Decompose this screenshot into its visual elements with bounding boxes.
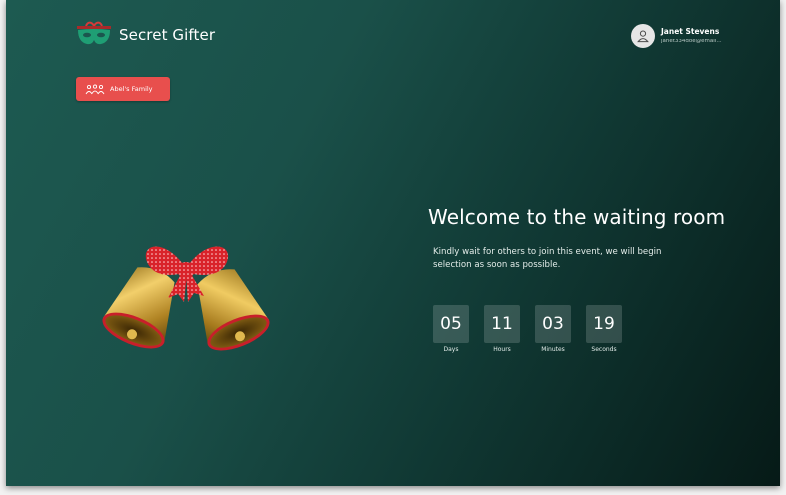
countdown-value: 03: [535, 305, 571, 343]
group-name: Abel's Family: [110, 85, 153, 93]
user-name: Janet Stevens: [661, 26, 720, 36]
countdown-seconds: 19 Seconds: [586, 305, 622, 353]
countdown-label: Hours: [493, 346, 511, 353]
page-title: Welcome to the waiting room: [428, 205, 726, 229]
countdown-minutes: 03 Minutes: [535, 305, 571, 353]
avatar[interactable]: [631, 24, 655, 48]
user-email: janet334doe@email...: [661, 39, 722, 44]
app-name: Secret Gifter: [119, 26, 216, 44]
countdown-label: Days: [443, 346, 459, 353]
mask-gift-icon: [77, 21, 111, 45]
user-icon: [637, 30, 649, 43]
countdown-hours: 11 Hours: [484, 305, 520, 353]
countdown-value: 05: [433, 305, 469, 343]
page-subtitle: Kindly wait for others to join this even…: [433, 247, 662, 270]
countdown-value: 11: [484, 305, 520, 343]
people-group-icon: [85, 84, 105, 94]
group-button[interactable]: Abel's Family: [76, 77, 170, 101]
countdown-days: 05 Days: [433, 305, 469, 353]
countdown-value: 19: [586, 305, 622, 343]
user-profile[interactable]: Janet Stevens janet334doe@email...: [631, 24, 725, 48]
countdown-label: Minutes: [541, 346, 565, 353]
user-info: Janet Stevens janet334doe@email...: [661, 26, 725, 45]
app-window: Secret Gifter Janet Stevens janet334doe@…: [6, 0, 780, 486]
countdown-timer: 05 Days 11 Hours 03 Minutes 19 Seconds: [433, 305, 637, 353]
countdown-label: Seconds: [591, 346, 617, 353]
app-logo[interactable]: Secret Gifter: [75, 20, 215, 50]
christmas-bells-illustration: [102, 246, 270, 351]
